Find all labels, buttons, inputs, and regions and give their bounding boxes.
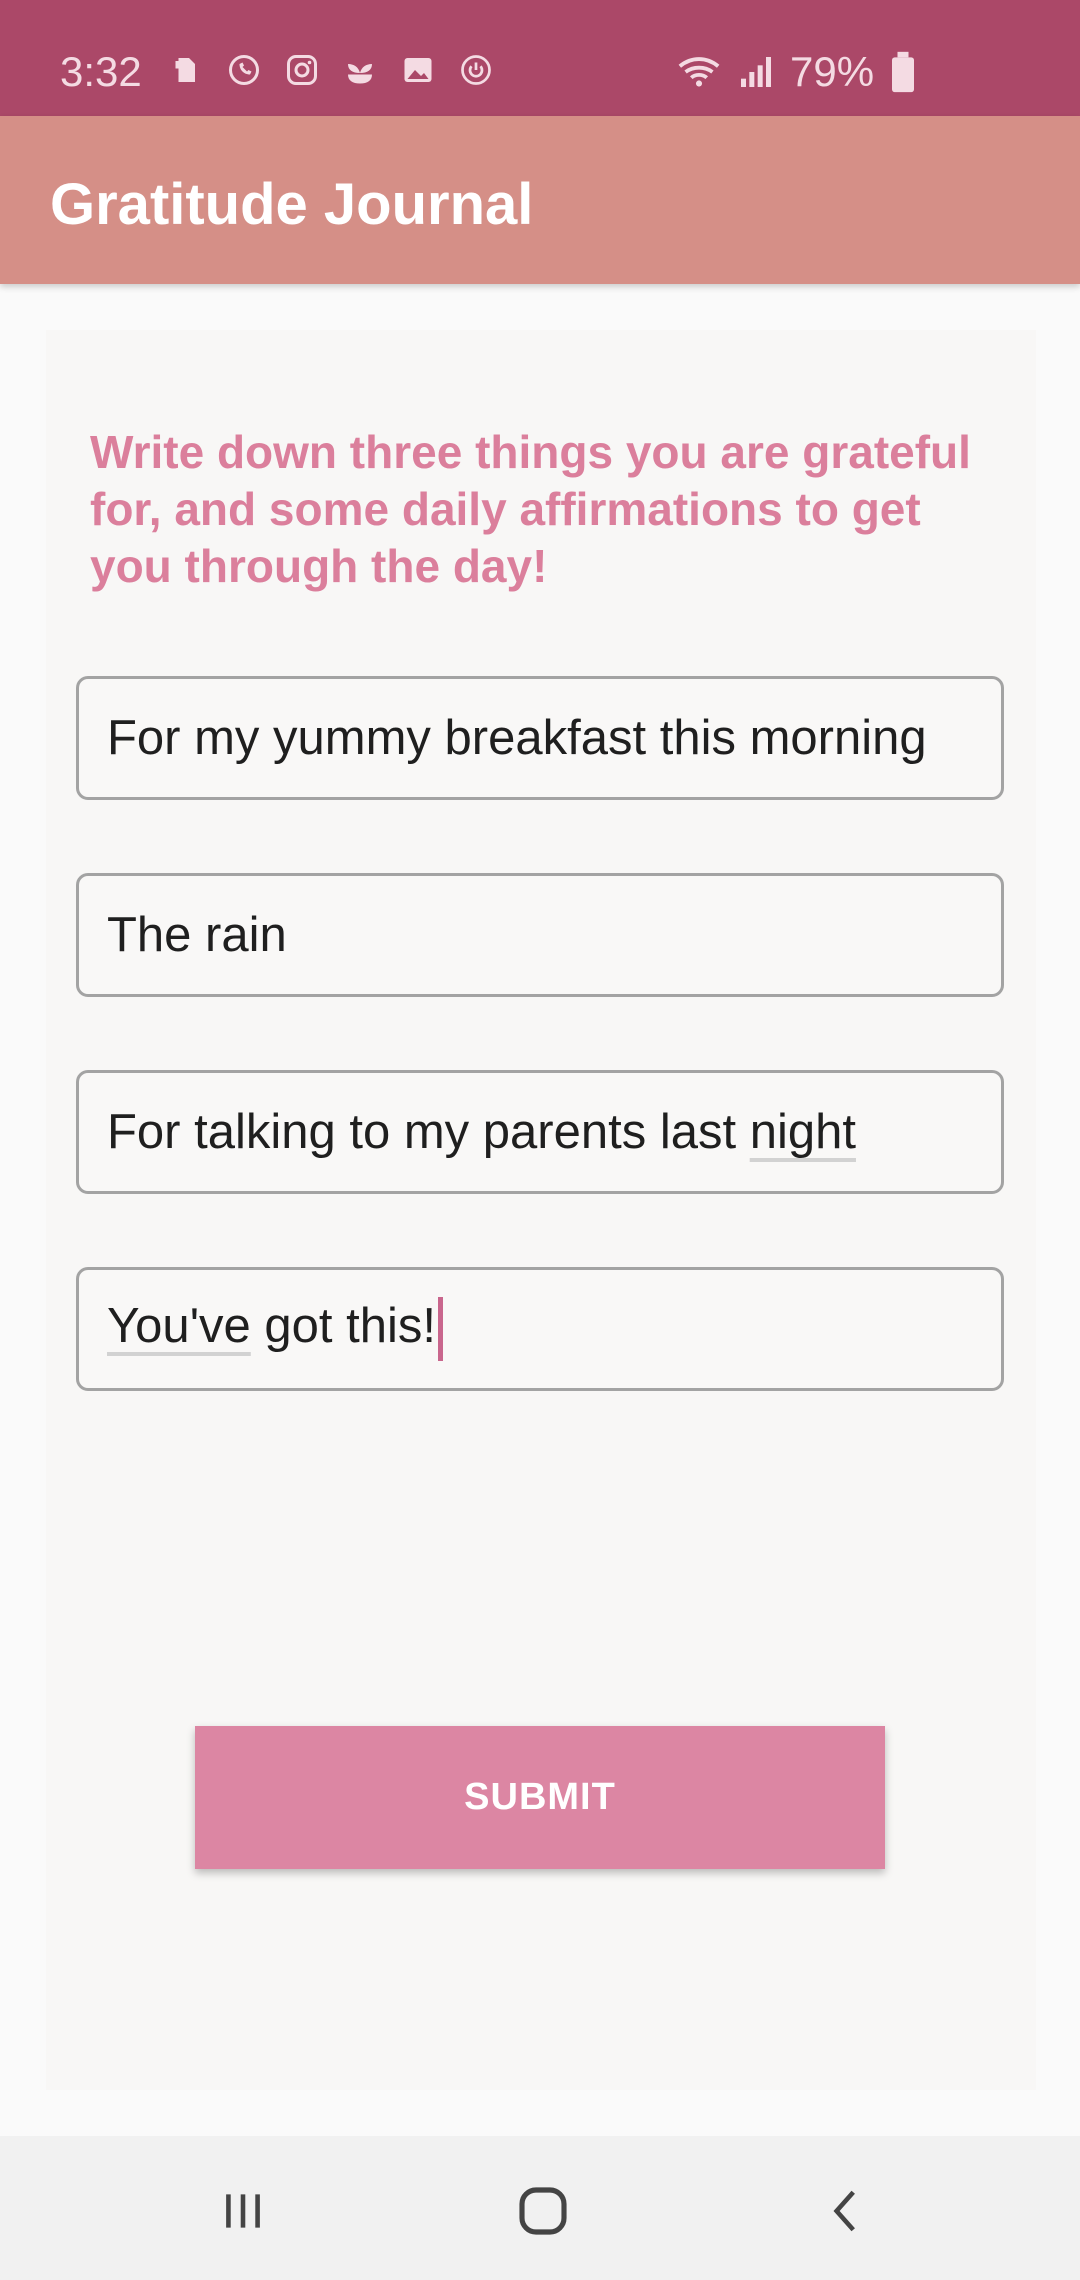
- field-value: You've got this!: [107, 1297, 444, 1361]
- instagram-icon: [287, 55, 317, 85]
- submit-button[interactable]: SUBMIT: [195, 1726, 885, 1869]
- spellcheck-word: night: [749, 1105, 856, 1159]
- back-button[interactable]: [812, 2176, 882, 2246]
- text-cursor: [438, 1297, 444, 1361]
- status-bar: 3:32 79%: [0, 0, 1080, 116]
- evernote-icon: [175, 58, 195, 82]
- notification-icons: [168, 52, 494, 88]
- battery-icon: [892, 51, 915, 93]
- field-value: The rain: [107, 908, 287, 962]
- journal-prompt: Write down three things you are grateful…: [90, 426, 971, 592]
- signal-icon: [741, 57, 771, 87]
- app-title: Gratitude Journal: [50, 172, 534, 237]
- spellcheck-word: You've: [107, 1298, 251, 1353]
- battery-percent: 79%: [790, 48, 875, 95]
- app-bar: Gratitude Journal: [0, 116, 1080, 284]
- wifi-icon: [678, 57, 720, 87]
- home-icon: [519, 2187, 567, 2235]
- home-button[interactable]: [508, 2176, 578, 2246]
- field-value-start: For talking to my parents last: [107, 1105, 750, 1159]
- navigation-bar: [0, 2136, 1080, 2280]
- gallery-icon: [404, 58, 432, 82]
- back-icon: [833, 2190, 855, 2232]
- field-value: For talking to my parents last night: [107, 1104, 856, 1160]
- affirmation-field[interactable]: You've got this!: [76, 1267, 1004, 1391]
- gratitude-field-1[interactable]: For my yummy breakfast this morning: [76, 676, 1004, 800]
- system-status: 79%: [676, 44, 918, 100]
- sprout-icon: [348, 64, 372, 84]
- recents-button[interactable]: [208, 2176, 278, 2246]
- power-icon: [461, 55, 491, 85]
- recents-icon: [226, 2194, 260, 2228]
- gratitude-field-2[interactable]: The rain: [76, 873, 1004, 997]
- status-time: 3:32: [60, 48, 142, 95]
- field-value-end: got this!: [250, 1298, 437, 1353]
- gratitude-field-3[interactable]: For talking to my parents last night: [76, 1070, 1004, 1194]
- field-value: For my yummy breakfast this morning: [107, 711, 927, 765]
- whatsapp-icon: [229, 55, 259, 85]
